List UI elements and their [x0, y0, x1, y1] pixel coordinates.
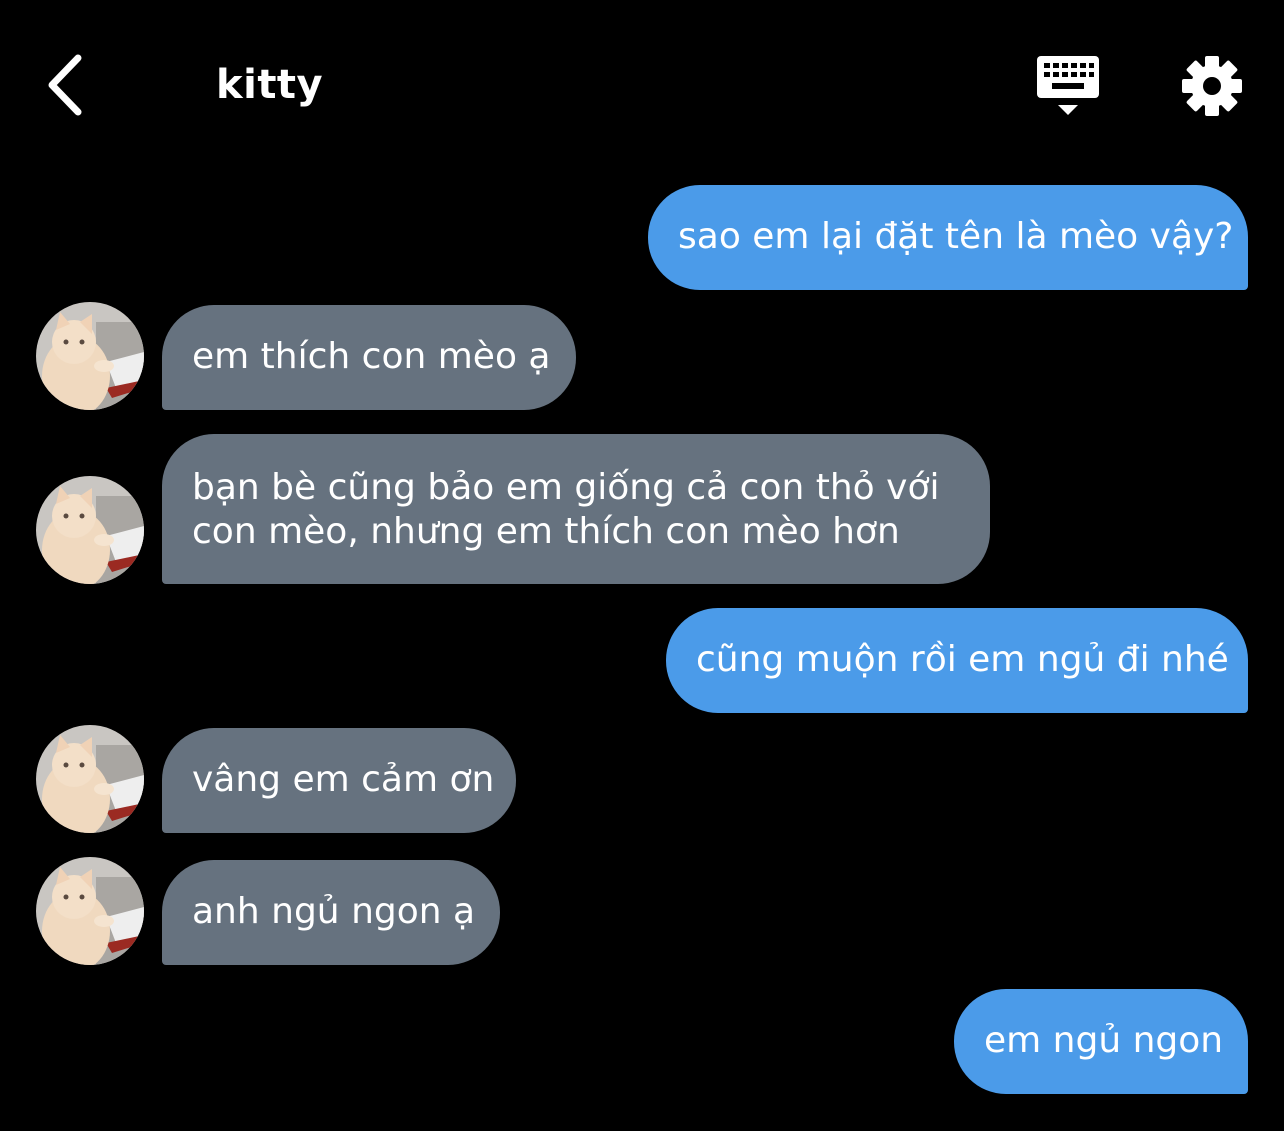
message-bubble-incoming[interactable]: em thích con mèo ạ	[162, 305, 576, 410]
message-text: vâng em cảm ơn	[192, 759, 495, 800]
cat-avatar-icon	[36, 476, 144, 584]
chevron-left-icon	[48, 54, 82, 116]
message-bubble-outgoing[interactable]: cũng muộn rồi em ngủ đi nhé	[666, 608, 1248, 713]
chat-header: kitty	[0, 0, 1284, 170]
cat-avatar-icon	[36, 857, 144, 965]
message-text-line: con mèo, nhưng em thích con mèo hơn	[192, 511, 900, 552]
message-bubble-incoming[interactable]: anh ngủ ngon ạ	[162, 860, 500, 965]
gear-icon	[1182, 56, 1242, 116]
cat-avatar-icon	[36, 725, 144, 833]
keyboard-icon	[1037, 56, 1099, 115]
message-text-line: bạn bè cũng bảo em giống cả con thỏ với	[192, 467, 940, 508]
message-text: sao em lại đặt tên là mèo vậy?	[678, 216, 1234, 257]
message-bubble-outgoing[interactable]: em ngủ ngon	[954, 989, 1248, 1094]
message-bubble-incoming[interactable]: vâng em cảm ơn	[162, 728, 516, 833]
settings-button[interactable]	[1180, 54, 1244, 118]
message-text: anh ngủ ngon ạ	[192, 891, 476, 932]
keyboard-button[interactable]	[1034, 52, 1102, 120]
message-bubble-outgoing[interactable]: sao em lại đặt tên là mèo vậy?	[648, 185, 1248, 290]
back-button[interactable]	[40, 50, 96, 120]
contact-name: kitty	[216, 62, 324, 108]
cat-avatar-icon	[36, 302, 144, 410]
avatar[interactable]	[36, 302, 144, 410]
avatar[interactable]	[36, 857, 144, 965]
message-bubble-incoming[interactable]: bạn bè cũng bảo em giống cả con thỏ với …	[162, 434, 990, 584]
message-text: em ngủ ngon	[984, 1020, 1224, 1061]
avatar[interactable]	[36, 725, 144, 833]
avatar[interactable]	[36, 476, 144, 584]
message-text: em thích con mèo ạ	[192, 336, 551, 377]
message-text: cũng muộn rồi em ngủ đi nhé	[696, 639, 1229, 680]
